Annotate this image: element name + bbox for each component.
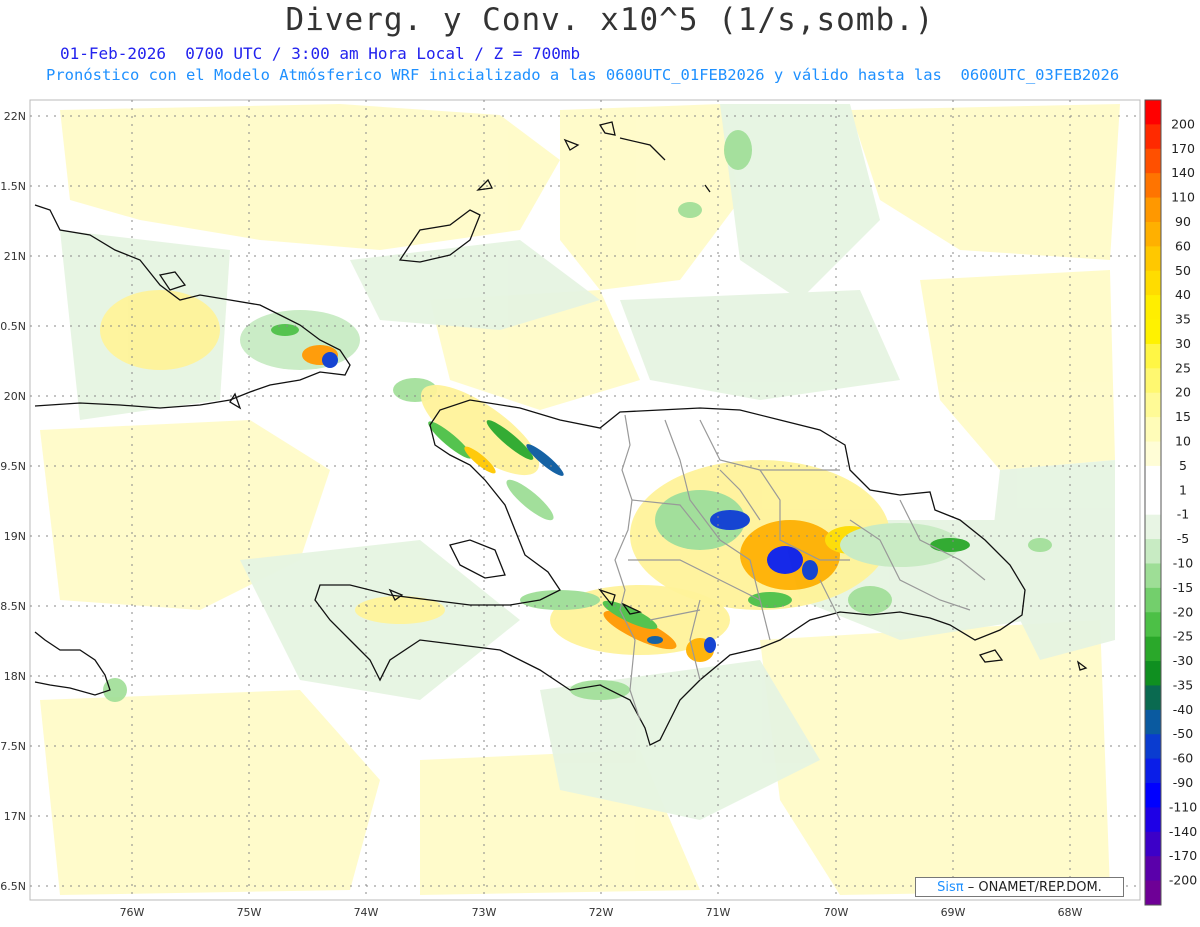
colorbar-swatch	[1145, 343, 1161, 369]
colorbar-swatch	[1145, 563, 1161, 589]
colorbar-label: 50	[1175, 263, 1191, 278]
colorbar-label: 10	[1175, 434, 1191, 449]
colorbar-swatch	[1145, 685, 1161, 711]
colorbar-label: -90	[1173, 775, 1193, 790]
colorbar-swatch	[1145, 661, 1161, 686]
colorbar-label: -140	[1169, 824, 1197, 839]
latitude-labels: 22N 1.5N 21N 0.5N 20N 9.5N 19N 8.5N 18N …	[0, 110, 26, 893]
colorbar-swatch	[1145, 465, 1161, 491]
colorbar-swatch	[1145, 587, 1161, 613]
colorbar-label: -5	[1177, 531, 1189, 546]
colorbar-swatch	[1145, 636, 1161, 662]
lat-label: 22N	[4, 110, 26, 123]
divergence-map: 22N 1.5N 21N 0.5N 20N 9.5N 19N 8.5N 18N …	[0, 99, 1197, 919]
colorbar-swatch	[1145, 319, 1161, 345]
colorbar-label: -200	[1169, 873, 1197, 888]
lat-label: 21N	[4, 250, 26, 263]
colorbar-label: -110	[1169, 799, 1197, 814]
colorbar-swatch	[1145, 124, 1161, 150]
sispi-logo-text: Sisπ	[937, 880, 964, 895]
colorbar-swatch	[1145, 246, 1161, 272]
colorbar-label: 200	[1171, 116, 1195, 131]
colorbar-swatch	[1145, 221, 1161, 247]
lon-label: 72W	[589, 906, 614, 919]
colorbar-label: 90	[1175, 214, 1191, 229]
colorbar-label: -60	[1173, 751, 1193, 766]
colorbar-swatch	[1145, 807, 1161, 833]
colorbar-swatch	[1145, 197, 1161, 223]
lon-label: 73W	[472, 906, 497, 919]
colorbar-label: -10	[1173, 555, 1193, 570]
lat-label: 7.5N	[0, 740, 26, 753]
colorbar-swatch	[1145, 148, 1161, 174]
colorbar-label: -40	[1173, 702, 1193, 717]
colorbar-label: 15	[1175, 409, 1191, 424]
lat-label: 19N	[4, 530, 26, 543]
colorbar-label: 170	[1171, 141, 1195, 156]
colorbar-swatch	[1145, 270, 1161, 296]
credit-text: – ONAMET/REP.DOM.	[967, 880, 1102, 895]
lat-label: 9.5N	[0, 460, 26, 473]
lat-label: 17N	[4, 810, 26, 823]
colorbar-swatch	[1145, 758, 1161, 784]
colorbar-swatch	[1145, 173, 1161, 199]
lat-label: 0.5N	[0, 320, 26, 333]
lat-label: 18N	[4, 670, 26, 683]
colorbar-swatch	[1145, 490, 1161, 516]
colorbar-swatch	[1145, 100, 1161, 125]
colorbar-swatch	[1145, 295, 1161, 321]
colorbar-swatch	[1145, 539, 1161, 564]
colorbar-label: -25	[1173, 629, 1193, 644]
colorbar-swatch	[1145, 709, 1161, 735]
lon-label: 68W	[1058, 906, 1083, 919]
lon-label: 75W	[237, 906, 262, 919]
colorbar-label: 140	[1171, 165, 1195, 180]
lon-label: 70W	[824, 906, 849, 919]
colorbar-label: -50	[1173, 726, 1193, 741]
colorbar-swatch	[1145, 856, 1161, 882]
lon-label: 76W	[120, 906, 145, 919]
colorbar: 200 170 140 110 90 60 50 40 35 30 25 20 15 10 5 1 -1 -5 -1…	[1144, 99, 1197, 906]
lon-label: 71W	[706, 906, 731, 919]
lat-label: 6.5N	[0, 880, 26, 893]
colorbar-swatch	[1145, 831, 1161, 857]
colorbar-label: 5	[1179, 458, 1187, 473]
longitude-labels: 76W 75W 74W 73W 72W 71W 70W 69W 68W	[120, 906, 1083, 919]
colorbar-swatch	[1145, 392, 1161, 418]
colorbar-label: -1	[1177, 507, 1189, 522]
colorbar-swatch	[1145, 880, 1161, 906]
colorbar-label: 60	[1175, 238, 1191, 253]
lat-label: 20N	[4, 390, 26, 403]
colorbar-label: 25	[1175, 360, 1191, 375]
colorbar-label: -170	[1169, 848, 1197, 863]
colorbar-label: 1	[1179, 482, 1187, 497]
colorbar-label: 35	[1175, 312, 1191, 327]
colorbar-swatch	[1145, 612, 1161, 638]
colorbar-label: 110	[1171, 190, 1195, 205]
lon-label: 74W	[354, 906, 379, 919]
colorbar-label: -20	[1173, 604, 1193, 619]
colorbar-swatch	[1145, 514, 1161, 540]
colorbar-label: -35	[1173, 677, 1193, 692]
colorbar-swatch	[1145, 417, 1161, 443]
colorbar-label: 20	[1175, 385, 1191, 400]
colorbar-swatch	[1145, 368, 1161, 394]
colorbar-label: -30	[1173, 653, 1193, 668]
colorbar-swatch	[1145, 783, 1161, 808]
colorbar-swatch	[1145, 441, 1161, 467]
lat-label: 1.5N	[0, 180, 26, 193]
lon-label: 69W	[941, 906, 966, 919]
colorbar-label: 30	[1175, 336, 1191, 351]
lat-label: 8.5N	[0, 600, 26, 613]
colorbar-label: -15	[1173, 580, 1193, 595]
colorbar-label: 40	[1175, 287, 1191, 302]
colorbar-swatch	[1145, 734, 1161, 760]
credit-box: Sisπ – ONAMET/REP.DOM.	[915, 877, 1124, 897]
